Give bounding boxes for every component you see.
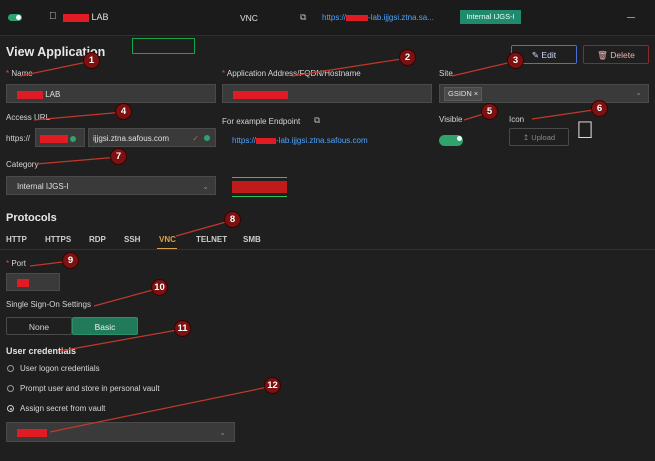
annotation-badge-4: 4 — [116, 104, 131, 119]
annotation-line — [19, 60, 93, 77]
annotation-badge-9: 9 — [63, 253, 78, 268]
annotation-badge-3: 3 — [508, 53, 523, 68]
annotation-badge-8: 8 — [225, 212, 240, 227]
annotation-badge-5: 5 — [482, 104, 497, 119]
annotation-line — [33, 111, 125, 121]
annotation-badge-2: 2 — [400, 50, 415, 65]
annotation-badge-1: 1 — [84, 53, 99, 68]
annotation-badge-10: 10 — [152, 280, 167, 295]
annotation-line — [175, 219, 234, 237]
annotation-badge-12: 12 — [265, 378, 280, 393]
annotation-badge-6: 6 — [592, 101, 607, 116]
annotation-badge-7: 7 — [111, 149, 126, 164]
annotation-line — [451, 60, 517, 77]
annotation-line — [35, 156, 120, 165]
annotation-line — [49, 385, 274, 433]
annotation-badge-11: 11 — [175, 321, 190, 336]
annotation-line — [93, 287, 161, 307]
annotation-lines — [19, 57, 601, 433]
annotation-line — [59, 328, 184, 352]
annotation-line — [291, 57, 409, 77]
annotation-line — [531, 108, 601, 120]
